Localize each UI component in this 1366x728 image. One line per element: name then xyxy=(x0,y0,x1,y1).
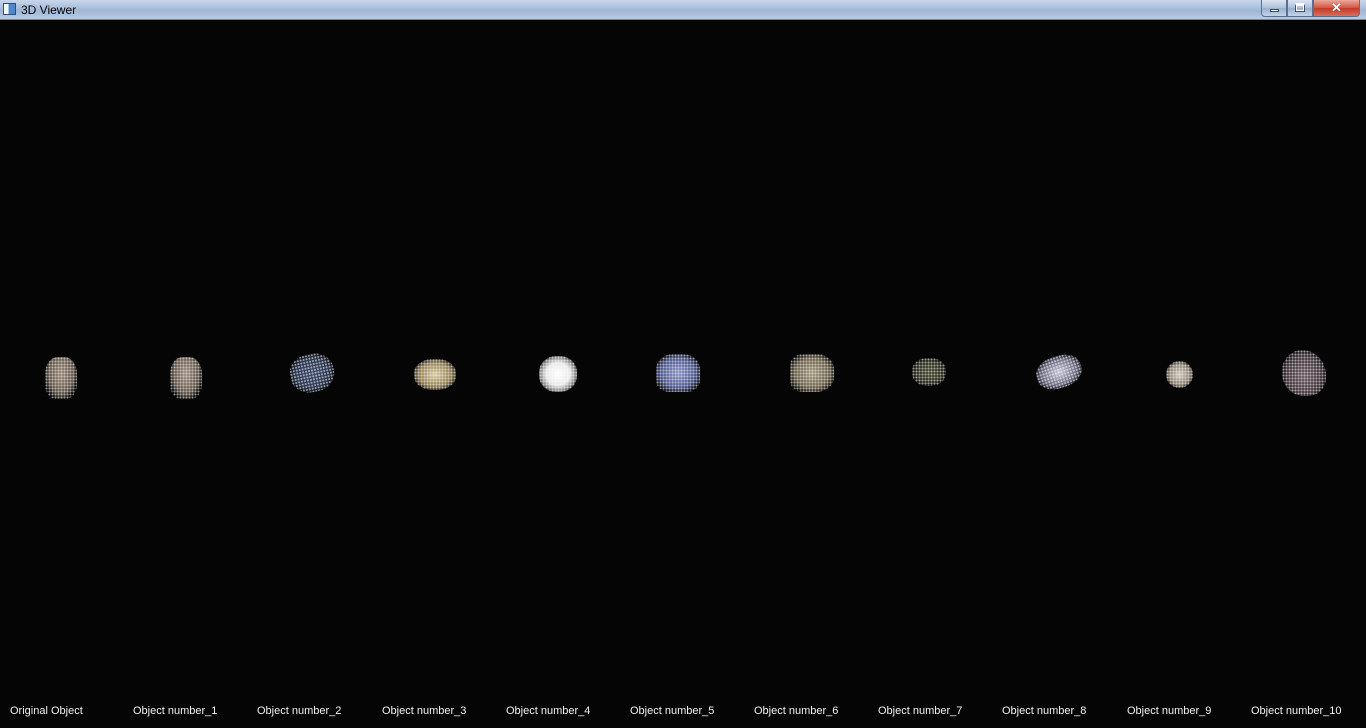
point-cloud-10 xyxy=(1282,350,1326,396)
label-object-9: Object number_9 xyxy=(1127,705,1212,717)
point-cloud-4 xyxy=(539,356,577,392)
point-cloud-2 xyxy=(286,349,338,397)
minimize-icon xyxy=(1269,9,1279,12)
point-cloud-8 xyxy=(1032,349,1086,395)
label-object-8: Object number_8 xyxy=(1002,705,1087,717)
app-window: 3D Viewer ✕ Original Object Object numbe… xyxy=(0,0,1366,728)
point-cloud-3 xyxy=(414,359,456,390)
label-object-1: Object number_1 xyxy=(133,705,218,717)
close-icon: ✕ xyxy=(1331,0,1342,15)
point-cloud-5 xyxy=(656,354,700,392)
label-object-4: Object number_4 xyxy=(506,705,591,717)
label-object-5: Object number_5 xyxy=(630,705,715,717)
point-cloud-7 xyxy=(912,358,946,386)
minimize-button[interactable] xyxy=(1261,0,1287,17)
restore-button[interactable] xyxy=(1287,0,1313,17)
app-icon xyxy=(3,3,16,15)
label-object-2: Object number_2 xyxy=(257,705,342,717)
label-object-6: Object number_6 xyxy=(754,705,839,717)
label-object-7: Object number_7 xyxy=(878,705,963,717)
point-cloud-original xyxy=(45,357,77,399)
restore-icon xyxy=(1295,3,1305,12)
close-button[interactable]: ✕ xyxy=(1313,0,1360,17)
window-title: 3D Viewer xyxy=(21,3,77,17)
point-cloud-9 xyxy=(1166,361,1193,388)
point-cloud-1 xyxy=(170,357,202,399)
window-controls: ✕ xyxy=(1261,0,1360,17)
3d-viewport[interactable]: Original Object Object number_1 Object n… xyxy=(0,20,1366,728)
point-cloud-6 xyxy=(790,354,834,392)
label-original: Original Object xyxy=(10,705,83,717)
title-bar[interactable]: 3D Viewer ✕ xyxy=(0,0,1366,20)
label-object-3: Object number_3 xyxy=(382,705,467,717)
label-object-10: Object number_10 xyxy=(1251,705,1342,717)
